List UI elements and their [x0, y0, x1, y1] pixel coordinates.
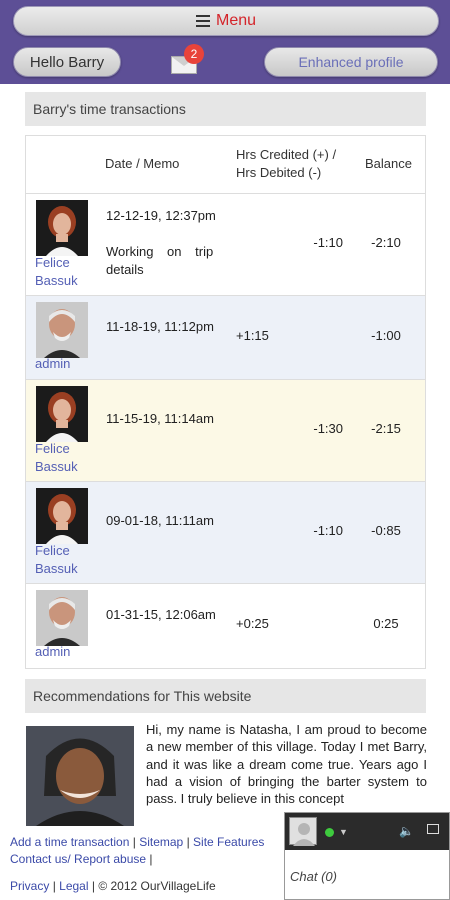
menu-button[interactable]: Menu: [13, 6, 439, 36]
user-avatar[interactable]: [36, 302, 88, 358]
transaction-memo: Working on trip details: [106, 244, 214, 277]
user-avatar[interactable]: [36, 200, 88, 256]
transactions-table: Date / Memo Hrs Credited (+) / Hrs Debit…: [25, 135, 426, 669]
copyright-text: © 2012 OurVillageLife: [98, 879, 216, 893]
hours-credited: +0:25: [236, 616, 269, 631]
column-date: Date / Memo: [105, 156, 180, 171]
user-link[interactable]: Felice Bassuk: [35, 254, 95, 290]
transaction-date: 11-18-19, 11:12pm: [106, 319, 214, 334]
legal-link[interactable]: Legal: [59, 879, 88, 893]
privacy-link[interactable]: Privacy: [10, 879, 49, 893]
chevron-down-icon[interactable]: ▼: [339, 827, 348, 837]
balance-value: 0:25: [373, 616, 399, 631]
hello-label: Hello Barry: [29, 53, 105, 71]
user-link[interactable]: admin: [35, 643, 95, 661]
table-row: admin 01-31-15, 12:06am +0:25 0:25: [26, 584, 425, 668]
hours-credited: +1:15: [236, 328, 269, 343]
chat-avatar-icon: [289, 817, 317, 846]
chat-widget[interactable]: ▼ 🔈 Chat (0): [284, 812, 450, 900]
message-count-badge: 2: [184, 44, 204, 64]
recommendation-text: Hi, my name is Natasha, I am proud to be…: [146, 722, 427, 807]
recommender-photo: [26, 726, 134, 826]
enhanced-profile-button[interactable]: Enhanced profile: [264, 47, 438, 77]
transaction-date: 09-01-18, 11:11am: [106, 513, 214, 528]
table-row: admin 11-18-19, 11:12pm +1:15 -1:00: [26, 296, 425, 380]
table-header: Date / Memo Hrs Credited (+) / Hrs Debit…: [26, 136, 425, 194]
recommendations-title: Recommendations for This website: [25, 679, 426, 713]
add-transaction-link[interactable]: Add a time transaction: [10, 835, 129, 849]
hello-user-button[interactable]: Hello Barry: [13, 47, 121, 77]
hours-debited: -1:30: [313, 421, 343, 436]
hours-debited: -1:10: [313, 523, 343, 538]
contact-link[interactable]: Contact us/ Report abuse: [10, 852, 146, 866]
hours-debited: -1:10: [313, 235, 343, 250]
user-link[interactable]: Felice Bassuk: [35, 542, 95, 578]
separator: |: [149, 852, 153, 866]
sitemap-link[interactable]: Sitemap: [139, 835, 183, 849]
site-features-link[interactable]: Site Features: [193, 835, 264, 849]
user-avatar[interactable]: [36, 590, 88, 646]
top-header: Menu Hello Barry 2 Enhanced profile: [0, 0, 450, 84]
transaction-date: 11-15-19, 11:14am: [106, 411, 214, 426]
hamburger-icon: [195, 12, 210, 30]
menu-label: Menu: [215, 12, 257, 29]
transaction-date: 12-12-19, 12:37pm: [106, 208, 216, 223]
messages-button[interactable]: 2: [171, 44, 204, 74]
table-row: Felice Bassuk 09-01-18, 11:11am -1:10 -0…: [26, 482, 425, 584]
column-hours: Hrs Credited (+) / Hrs Debited (-): [236, 147, 337, 180]
chat-toolbar: ▼ 🔈: [285, 813, 449, 850]
transaction-date: 01-31-15, 12:06am: [106, 607, 216, 622]
balance-value: -1:00: [371, 328, 401, 343]
popout-icon[interactable]: [427, 824, 439, 834]
speaker-icon[interactable]: 🔈: [399, 824, 414, 838]
chat-label[interactable]: Chat (0): [290, 869, 337, 884]
balance-value: -0:85: [371, 523, 401, 538]
table-row: Felice Bassuk 12-12-19, 12:37pm Working …: [26, 194, 425, 296]
user-link[interactable]: Felice Bassuk: [35, 440, 95, 476]
table-row: Felice Bassuk 11-15-19, 11:14am -1:30 -2…: [26, 380, 425, 482]
transactions-title: Barry's time transactions: [25, 92, 426, 126]
enhanced-profile-label: Enhanced profile: [298, 54, 404, 70]
column-balance: Balance: [365, 156, 412, 171]
balance-value: -2:15: [371, 421, 401, 436]
user-avatar[interactable]: [36, 488, 88, 544]
online-status-icon[interactable]: [325, 828, 334, 837]
user-avatar[interactable]: [36, 386, 88, 442]
footer: Add a time transaction | Sitemap | Site …: [10, 834, 310, 895]
user-link[interactable]: admin: [35, 355, 95, 373]
balance-value: -2:10: [371, 235, 401, 250]
